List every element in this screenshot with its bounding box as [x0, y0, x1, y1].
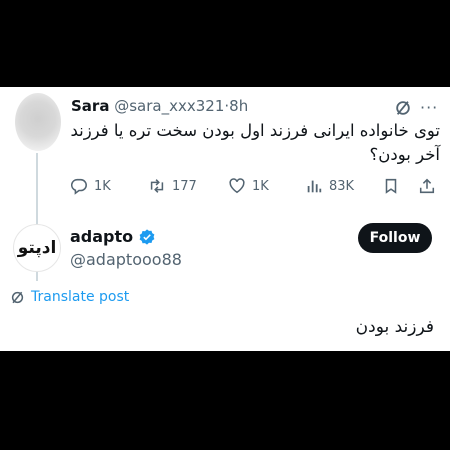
retweet-button[interactable]: 177 [148, 177, 197, 195]
reply-count: 1K [94, 178, 111, 194]
like-button[interactable]: 1K [228, 177, 269, 195]
more-icon[interactable]: ··· [420, 98, 438, 117]
translate-post-label: Translate post [31, 289, 130, 305]
share-icon [419, 178, 435, 194]
tweet-time[interactable]: 8h [229, 97, 248, 115]
retweet-count: 177 [172, 178, 197, 194]
tweet-header: Sara @sara_xxx321·8h [71, 97, 248, 115]
tweet-card: Sara @sara_xxx321·8h ··· توی خانواده ایر… [0, 87, 450, 351]
action-bar: 1K 177 1K 83K [70, 177, 440, 201]
translate-post-link[interactable]: Translate post [10, 289, 129, 305]
verified-badge-icon [139, 228, 155, 245]
translate-icon [11, 291, 24, 303]
share-button[interactable] [418, 177, 436, 195]
reply-author: adapto [70, 227, 156, 246]
reply-text: فرزند بودن [355, 317, 434, 337]
grok-icon[interactable] [394, 99, 412, 117]
bookmark-button[interactable] [382, 177, 400, 195]
heart-icon [229, 178, 245, 194]
follow-button[interactable]: Follow [358, 223, 432, 253]
views-icon [307, 180, 322, 193]
retweet-icon [150, 179, 164, 193]
author-handle[interactable]: @sara_xxx321 [114, 97, 224, 115]
author-name[interactable]: Sara [71, 97, 109, 115]
avatar[interactable] [15, 93, 61, 151]
bookmark-icon [385, 178, 397, 194]
views-count: 83K [329, 178, 355, 194]
reply-icon [70, 178, 87, 195]
like-count: 1K [252, 178, 269, 194]
reply-author-handle[interactable]: @adaptooo88 [70, 250, 182, 269]
views-button[interactable]: 83K [305, 177, 354, 195]
tweet-text: توی خانواده ایرانی فرزند اول بودن سخت تر… [70, 121, 440, 164]
avatar-logo-text: ادپتو [17, 238, 57, 258]
adapto-avatar[interactable]: ادپتو [13, 224, 61, 272]
reply-button[interactable]: 1K [70, 177, 111, 195]
reply-author-name[interactable]: adapto [70, 227, 133, 246]
